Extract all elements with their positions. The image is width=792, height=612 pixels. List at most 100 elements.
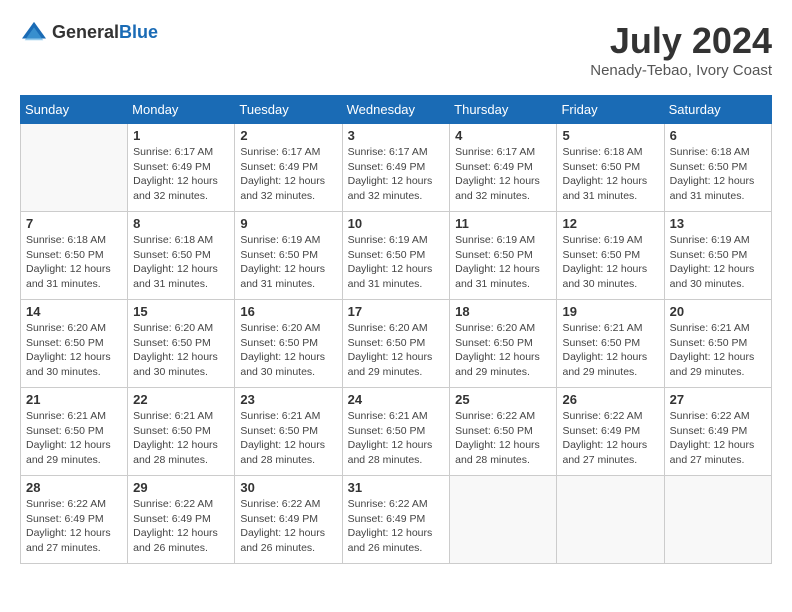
page-header: GeneralBlue July 2024 Nenady-Tebao, Ivor…: [20, 20, 772, 79]
day-info: Sunrise: 6:22 AM Sunset: 6:49 PM Dayligh…: [240, 497, 336, 556]
day-info: Sunrise: 6:20 AM Sunset: 6:50 PM Dayligh…: [348, 321, 445, 380]
week-row-2: 7 Sunrise: 6:18 AM Sunset: 6:50 PM Daylig…: [21, 212, 772, 300]
calendar-cell: 8 Sunrise: 6:18 AM Sunset: 6:50 PM Daylig…: [128, 212, 235, 300]
day-info: Sunrise: 6:22 AM Sunset: 6:50 PM Dayligh…: [455, 409, 551, 468]
header-tuesday: Tuesday: [235, 96, 342, 124]
day-info: Sunrise: 6:20 AM Sunset: 6:50 PM Dayligh…: [26, 321, 122, 380]
day-number: 12: [562, 216, 658, 231]
calendar-cell: 31 Sunrise: 6:22 AM Sunset: 6:49 PM Dayli…: [342, 476, 450, 564]
day-number: 31: [348, 480, 445, 495]
day-info: Sunrise: 6:21 AM Sunset: 6:50 PM Dayligh…: [670, 321, 766, 380]
header-friday: Friday: [557, 96, 664, 124]
calendar-cell: 26Sunrise: 6:22 AM Sunset: 6:49 PM Dayli…: [557, 388, 664, 476]
day-info: Sunrise: 6:19 AM Sunset: 6:50 PM Dayligh…: [348, 233, 445, 292]
title-area: July 2024 Nenady-Tebao, Ivory Coast: [590, 20, 772, 79]
calendar-cell: 11Sunrise: 6:19 AM Sunset: 6:50 PM Dayli…: [450, 212, 557, 300]
day-info: Sunrise: 6:21 AM Sunset: 6:50 PM Dayligh…: [240, 409, 336, 468]
day-info: Sunrise: 6:17 AM Sunset: 6:49 PM Dayligh…: [455, 145, 551, 204]
day-number: 17: [348, 304, 445, 319]
calendar-cell: 20 Sunrise: 6:21 AM Sunset: 6:50 PM Dayli…: [664, 300, 771, 388]
month-year: July 2024: [590, 20, 772, 62]
calendar-cell: 10 Sunrise: 6:19 AM Sunset: 6:50 PM Dayli…: [342, 212, 450, 300]
header-thursday: Thursday: [450, 96, 557, 124]
day-info: Sunrise: 6:18 AM Sunset: 6:50 PM Dayligh…: [133, 233, 229, 292]
header-saturday: Saturday: [664, 96, 771, 124]
day-number: 8: [133, 216, 229, 231]
location: Nenady-Tebao, Ivory Coast: [590, 62, 772, 79]
day-number: 15: [133, 304, 229, 319]
logo-text-blue: Blue: [119, 22, 158, 42]
day-number: 30: [240, 480, 336, 495]
day-number: 3: [348, 128, 445, 143]
day-info: Sunrise: 6:20 AM Sunset: 6:50 PM Dayligh…: [133, 321, 229, 380]
day-info: Sunrise: 6:17 AM Sunset: 6:49 PM Dayligh…: [240, 145, 336, 204]
calendar-cell: [21, 124, 128, 212]
day-info: Sunrise: 6:21 AM Sunset: 6:50 PM Dayligh…: [562, 321, 658, 380]
calendar-cell: 28Sunrise: 6:22 AM Sunset: 6:49 PM Dayli…: [21, 476, 128, 564]
day-number: 14: [26, 304, 122, 319]
logo-icon: [20, 20, 48, 44]
day-number: 16: [240, 304, 336, 319]
day-number: 13: [670, 216, 766, 231]
calendar-cell: 14 Sunrise: 6:20 AM Sunset: 6:50 PM Dayli…: [21, 300, 128, 388]
calendar-cell: 24 Sunrise: 6:21 AM Sunset: 6:50 PM Dayli…: [342, 388, 450, 476]
week-row-1: 1 Sunrise: 6:17 AM Sunset: 6:49 PM Daylig…: [21, 124, 772, 212]
day-number: 25: [455, 392, 551, 407]
calendar-cell: 7 Sunrise: 6:18 AM Sunset: 6:50 PM Daylig…: [21, 212, 128, 300]
day-info: Sunrise: 6:19 AM Sunset: 6:50 PM Dayligh…: [670, 233, 766, 292]
day-number: 1: [133, 128, 229, 143]
day-info: Sunrise: 6:18 AM Sunset: 6:50 PM Dayligh…: [670, 145, 766, 204]
day-number: 9: [240, 216, 336, 231]
day-info: Sunrise: 6:22 AM Sunset: 6:49 PM Dayligh…: [670, 409, 766, 468]
day-info: Sunrise: 6:18 AM Sunset: 6:50 PM Dayligh…: [26, 233, 122, 292]
day-number: 6: [670, 128, 766, 143]
day-info: Sunrise: 6:22 AM Sunset: 6:49 PM Dayligh…: [348, 497, 445, 556]
calendar-cell: 9Sunrise: 6:19 AM Sunset: 6:50 PM Daylig…: [235, 212, 342, 300]
week-row-3: 14 Sunrise: 6:20 AM Sunset: 6:50 PM Dayli…: [21, 300, 772, 388]
day-number: 19: [562, 304, 658, 319]
calendar-cell: 17 Sunrise: 6:20 AM Sunset: 6:50 PM Dayli…: [342, 300, 450, 388]
calendar-cell: 4 Sunrise: 6:17 AM Sunset: 6:49 PM Daylig…: [450, 124, 557, 212]
day-info: Sunrise: 6:21 AM Sunset: 6:50 PM Dayligh…: [26, 409, 122, 468]
calendar-cell: 5Sunrise: 6:18 AM Sunset: 6:50 PM Daylig…: [557, 124, 664, 212]
day-number: 26: [562, 392, 658, 407]
header-wednesday: Wednesday: [342, 96, 450, 124]
calendar: SundayMondayTuesdayWednesdayThursdayFrid…: [20, 95, 772, 564]
day-number: 22: [133, 392, 229, 407]
calendar-cell: 29 Sunrise: 6:22 AM Sunset: 6:49 PM Dayli…: [128, 476, 235, 564]
calendar-cell: 16Sunrise: 6:20 AM Sunset: 6:50 PM Dayli…: [235, 300, 342, 388]
calendar-cell: [557, 476, 664, 564]
logo-text-general: General: [52, 22, 119, 42]
day-number: 29: [133, 480, 229, 495]
header-monday: Monday: [128, 96, 235, 124]
calendar-cell: 27 Sunrise: 6:22 AM Sunset: 6:49 PM Dayli…: [664, 388, 771, 476]
calendar-cell: 12 Sunrise: 6:19 AM Sunset: 6:50 PM Dayli…: [557, 212, 664, 300]
day-number: 28: [26, 480, 122, 495]
calendar-header-row: SundayMondayTuesdayWednesdayThursdayFrid…: [21, 96, 772, 124]
calendar-cell: 21Sunrise: 6:21 AM Sunset: 6:50 PM Dayli…: [21, 388, 128, 476]
day-info: Sunrise: 6:18 AM Sunset: 6:50 PM Dayligh…: [562, 145, 658, 204]
day-number: 10: [348, 216, 445, 231]
day-info: Sunrise: 6:21 AM Sunset: 6:50 PM Dayligh…: [133, 409, 229, 468]
day-info: Sunrise: 6:22 AM Sunset: 6:49 PM Dayligh…: [133, 497, 229, 556]
day-info: Sunrise: 6:17 AM Sunset: 6:49 PM Dayligh…: [133, 145, 229, 204]
day-number: 20: [670, 304, 766, 319]
day-info: Sunrise: 6:21 AM Sunset: 6:50 PM Dayligh…: [348, 409, 445, 468]
calendar-cell: 25 Sunrise: 6:22 AM Sunset: 6:50 PM Dayli…: [450, 388, 557, 476]
calendar-cell: 18 Sunrise: 6:20 AM Sunset: 6:50 PM Dayli…: [450, 300, 557, 388]
calendar-cell: 15 Sunrise: 6:20 AM Sunset: 6:50 PM Dayli…: [128, 300, 235, 388]
day-number: 27: [670, 392, 766, 407]
calendar-cell: 30 Sunrise: 6:22 AM Sunset: 6:49 PM Dayli…: [235, 476, 342, 564]
header-sunday: Sunday: [21, 96, 128, 124]
day-info: Sunrise: 6:17 AM Sunset: 6:49 PM Dayligh…: [348, 145, 445, 204]
day-number: 4: [455, 128, 551, 143]
day-info: Sunrise: 6:20 AM Sunset: 6:50 PM Dayligh…: [455, 321, 551, 380]
day-number: 24: [348, 392, 445, 407]
day-number: 7: [26, 216, 122, 231]
calendar-cell: 23Sunrise: 6:21 AM Sunset: 6:50 PM Dayli…: [235, 388, 342, 476]
day-number: 2: [240, 128, 336, 143]
day-info: Sunrise: 6:19 AM Sunset: 6:50 PM Dayligh…: [562, 233, 658, 292]
day-number: 18: [455, 304, 551, 319]
week-row-5: 28 Sunrise: 6:22 AM Sunset: 6:49 PM Dayli…: [21, 476, 772, 564]
calendar-cell: 2 Sunrise: 6:17 AM Sunset: 6:49 PM Daylig…: [235, 124, 342, 212]
